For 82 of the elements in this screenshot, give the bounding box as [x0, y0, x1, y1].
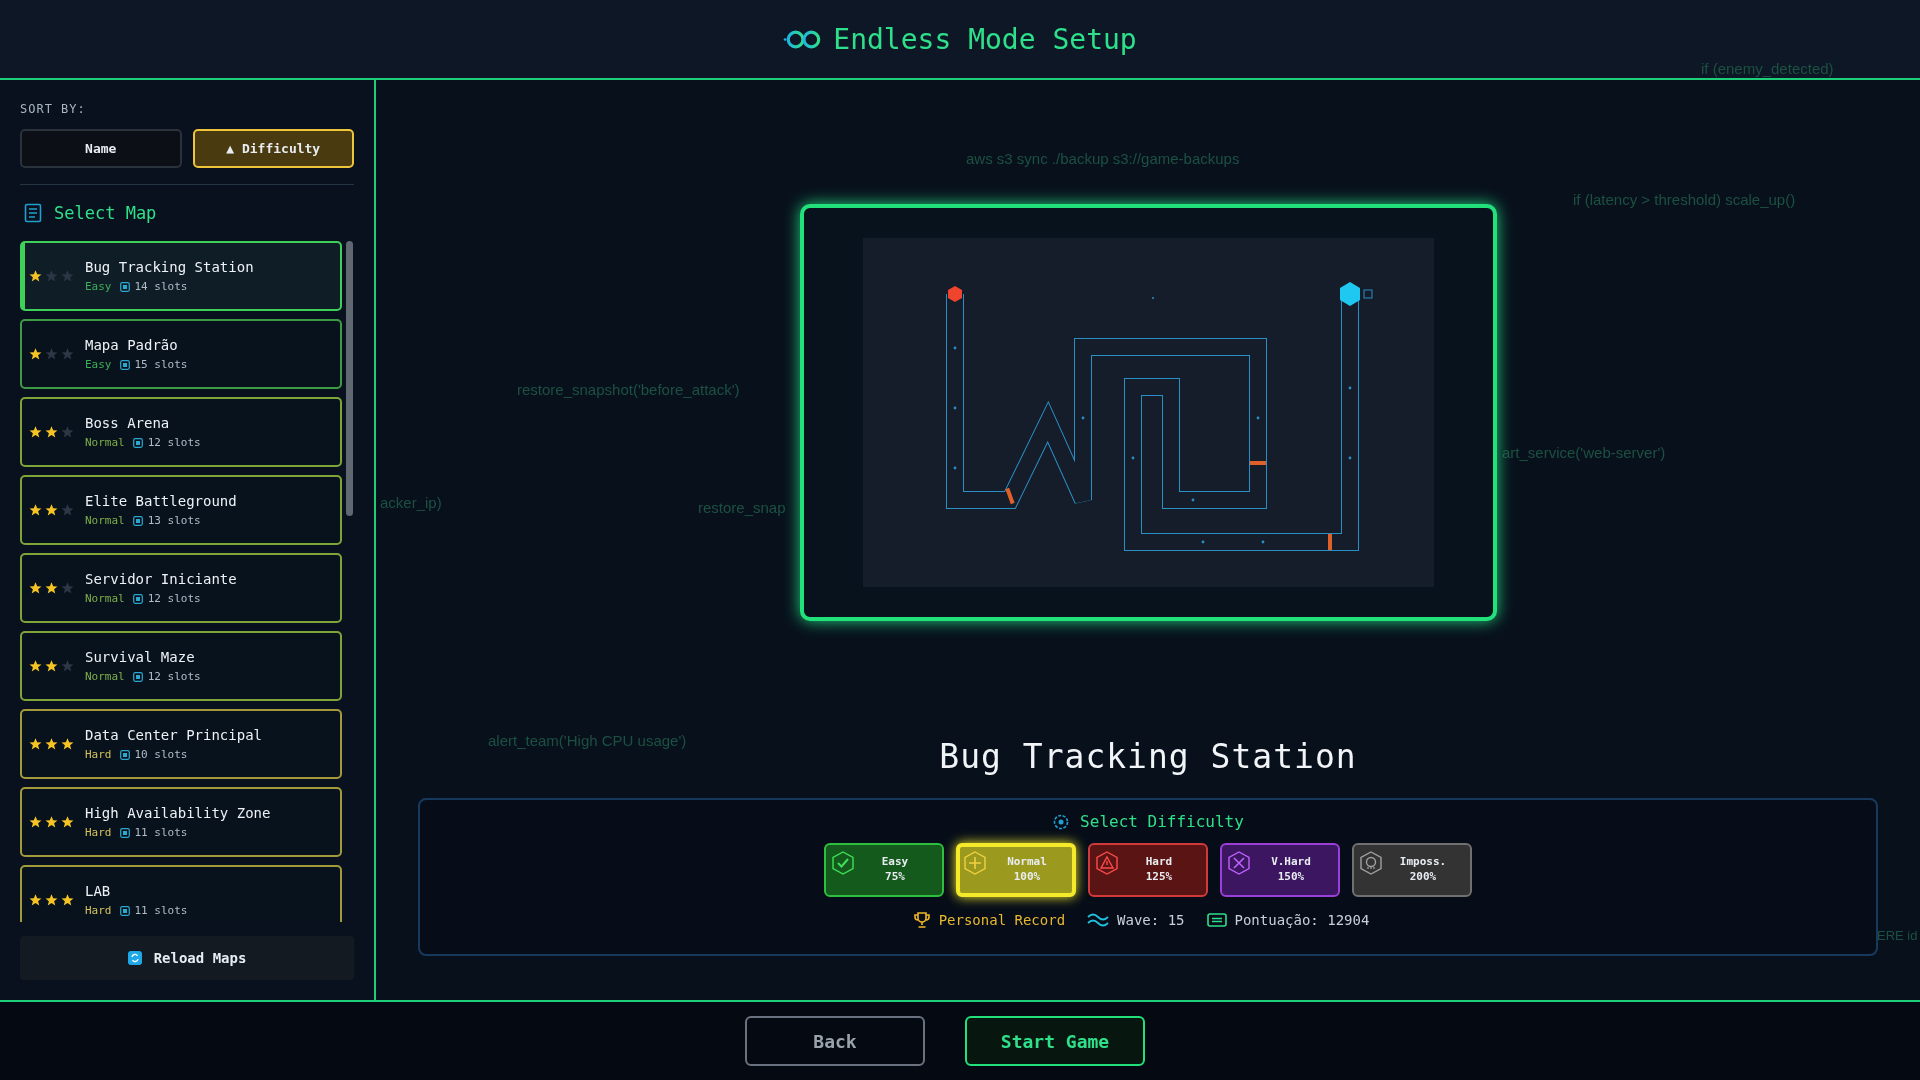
map-list-item[interactable]: Bug Tracking Station Easy 14 slots [20, 241, 342, 311]
score-record: Pontuação: 12904 [1234, 912, 1370, 928]
page-title: Endless Mode Setup [833, 22, 1137, 56]
chip-icon [132, 515, 143, 526]
difficulty-label: Normal [85, 592, 125, 605]
background-code-text: acker_ip) [380, 494, 442, 511]
background-code-text: if (enemy_detected) [1701, 60, 1834, 77]
map-list-item[interactable]: Boss Arena Normal 12 slots [20, 397, 342, 467]
background-code-text: art_service('web-server') [1502, 444, 1666, 461]
background-code-text: if (latency > threshold) scale_up() [1573, 191, 1796, 208]
difficulty-label: Hard [85, 748, 112, 761]
chip-icon [119, 827, 130, 838]
map-list-item[interactable]: Data Center Principal Hard 10 slots [20, 709, 342, 779]
sort-button[interactable]: Name [20, 129, 182, 168]
level-option[interactable]: Easy 75% [824, 843, 944, 897]
slot-count: 12 slots [147, 436, 201, 449]
sort-label: SORT BY: [20, 102, 87, 116]
chip-icon [119, 359, 130, 370]
level-option[interactable]: Hard 125% [1088, 843, 1208, 897]
slot-count: 12 slots [147, 592, 201, 605]
cross-icon [1228, 851, 1250, 875]
map-list-item[interactable]: Servidor Iniciante Normal 12 slots [20, 553, 342, 623]
chip-icon [132, 671, 143, 682]
map-name: Boss Arena [85, 415, 171, 431]
difficulty-label: Easy [85, 358, 112, 371]
background-code-text: ERE id [1877, 928, 1918, 943]
map-name: LAB [85, 883, 112, 899]
slot-count: 10 slots [134, 748, 188, 761]
slot-count: 11 slots [134, 826, 188, 839]
gear-icon [1052, 812, 1071, 831]
map-name: Mapa Padrão [85, 337, 179, 353]
wave-record: Wave: 15 [1117, 912, 1185, 928]
difficulty-label: Hard [85, 904, 112, 917]
slot-count: 11 slots [134, 904, 188, 917]
record-label: Personal Record [938, 912, 1066, 928]
map-list-item[interactable]: Survival Maze Normal 12 slots [20, 631, 342, 701]
map-list-item[interactable]: Elite Battleground Normal 13 slots [20, 475, 342, 545]
map-list-item[interactable]: LAB Hard 11 slots [20, 865, 342, 922]
difficulty-label: Normal [85, 436, 125, 449]
document-icon [24, 203, 42, 223]
background-code-text: aws s3 sync ./backup s3://game-backups [966, 150, 1240, 167]
trophy-icon [912, 911, 931, 929]
map-name: Survival Maze [85, 649, 196, 665]
level-option[interactable]: Imposs. 200% [1352, 843, 1472, 897]
difficulty-label: Normal [85, 670, 125, 683]
slot-count: 13 slots [147, 514, 201, 527]
card-icon [1206, 913, 1227, 927]
difficulty-label: Easy [85, 280, 112, 293]
chip-icon [119, 749, 130, 760]
map-name: Data Center Principal [85, 727, 262, 743]
level-option[interactable]: V.Hard 150% [1220, 843, 1340, 897]
map-name: Elite Battleground [85, 493, 237, 509]
chip-icon [132, 437, 143, 448]
map-name: High Availability Zone [85, 805, 271, 821]
map-list-item[interactable]: High Availability Zone Hard 11 slots [20, 787, 342, 857]
scrollbar[interactable] [346, 241, 353, 516]
start-game-button[interactable]: Start Game [965, 1016, 1145, 1066]
sort-button[interactable]: ▲ Difficulty [192, 129, 354, 168]
reload-button[interactable]: Reload Maps [20, 936, 354, 980]
plus-icon [964, 851, 986, 875]
map-name: Servidor Iniciante [85, 571, 237, 587]
slot-count: 14 slots [134, 280, 188, 293]
slot-count: 15 slots [134, 358, 188, 371]
background-code-text: alert_team('High CPU usage') [488, 732, 687, 749]
difficulty-label: Normal [85, 514, 125, 527]
map-list-item[interactable]: Mapa Padrão Easy 15 slots [20, 319, 342, 389]
refresh-icon [127, 951, 142, 965]
map-title: Bug Tracking Station [939, 737, 1357, 776]
difficulty-label: Hard [85, 826, 112, 839]
back-button[interactable]: Back [745, 1016, 925, 1066]
background-code-text: restore_snap [698, 499, 786, 516]
section-title: Select Map [54, 203, 157, 223]
warning-icon [1096, 851, 1118, 875]
chip-icon [132, 593, 143, 604]
wave-icon [1087, 912, 1110, 928]
map-name: Bug Tracking Station [85, 259, 254, 275]
panel-title: Select Difficulty [1080, 812, 1244, 831]
chip-icon [119, 281, 130, 292]
slot-count: 12 slots [147, 670, 201, 683]
check-icon [832, 851, 854, 875]
chip-icon [119, 905, 130, 916]
background-code-text: restore_snapshot('before_attack') [517, 381, 740, 398]
